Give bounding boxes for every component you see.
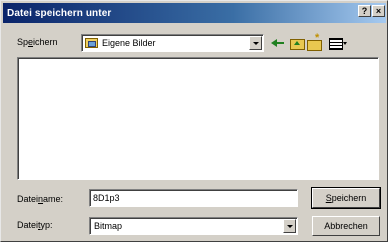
look-in-dropdown[interactable]: Eigene Bilder [81,34,264,52]
filetype-value: Bitmap [94,221,123,231]
filename-label: Dateiname: [17,194,63,204]
look-in-value: Eigene Bilder [102,38,156,48]
filename-label-part: ame: [43,194,64,204]
help-button[interactable]: ? [358,5,371,17]
chevron-down-icon[interactable] [249,36,262,50]
look-in-label-part: Sp [17,37,29,47]
filename-label-part: Datei [17,194,39,204]
back-icon[interactable] [270,36,286,50]
filetype-label-part: Datei [17,220,39,230]
up-folder-icon[interactable] [289,36,305,50]
filetype-dropdown[interactable]: Bitmap [89,217,298,235]
look-in-label: Speichern [17,37,58,47]
filename-input[interactable]: 8D1p3 [89,189,298,207]
new-folder-icon[interactable] [306,32,322,51]
title-bar[interactable]: Datei speichern unter [3,3,386,23]
chevron-down-icon[interactable] [283,219,296,233]
look-in-label-part: ichern [33,37,58,47]
cancel-button[interactable]: Abbrechen [312,216,380,236]
close-button[interactable]: × [372,5,385,17]
filetype-label: Dateityp: [17,220,53,230]
dialog-title: Datei speichern unter [7,7,112,19]
save-button[interactable]: Speichern [311,187,381,209]
filetype-label-part: yp: [40,220,53,230]
file-list[interactable] [17,57,379,180]
view-menu-icon[interactable] [328,36,348,50]
save-button-label: peichern [331,193,367,203]
pictures-folder-icon [85,38,98,48]
save-as-dialog: Datei speichern unter ? × Speichern Eige… [0,0,388,242]
